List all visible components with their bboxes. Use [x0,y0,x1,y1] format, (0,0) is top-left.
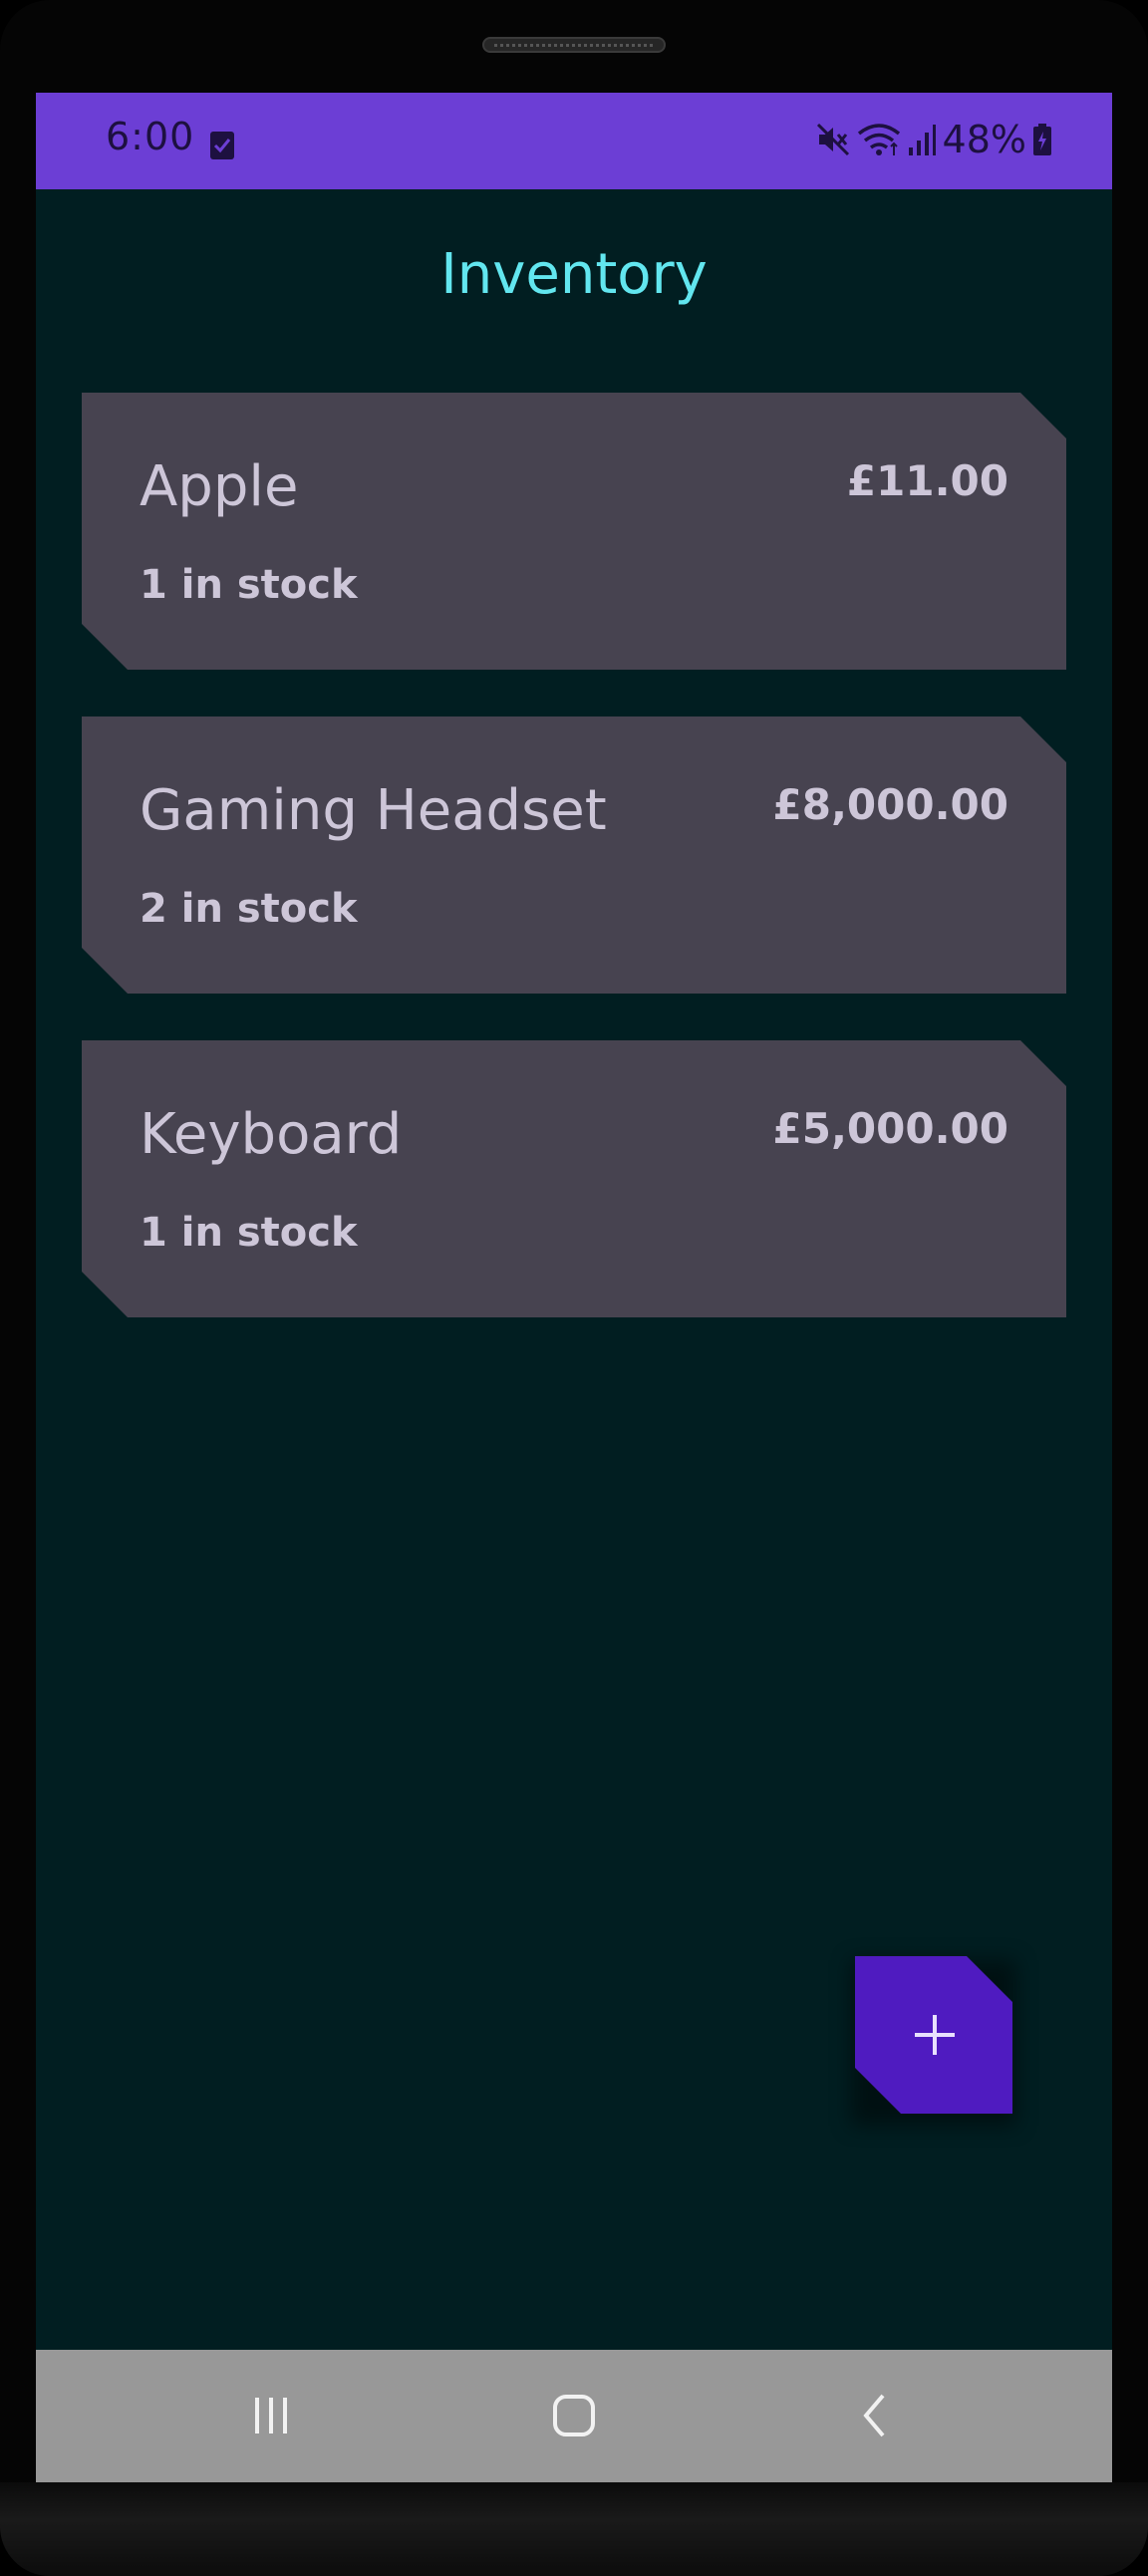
recent-apps-button[interactable] [231,2378,311,2457]
phone-frame: 6:00 48% Inventory Apple £11.00 1 in sto… [0,0,1148,2576]
speaker-grille [494,44,654,47]
home-button[interactable] [534,2378,614,2457]
item-name: Apple [140,454,299,519]
recent-apps-icon [246,2391,296,2444]
navigation-bar [36,2350,1112,2482]
battery-charging-icon [1032,123,1052,156]
back-button[interactable] [835,2378,915,2457]
status-time: 6:00 [106,115,195,158]
inventory-item-card[interactable]: Gaming Headset £8,000.00 2 in stock [82,716,1066,994]
status-icons: 48% [815,115,1052,164]
wifi-icon [857,122,901,157]
page-title: Inventory [440,242,708,307]
inventory-item-card[interactable]: Keyboard £5,000.00 1 in stock [82,1040,1066,1317]
item-name: Keyboard [140,1102,403,1167]
add-item-button[interactable] [855,1956,1012,2114]
phone-bottom-bezel [0,2482,1148,2576]
mute-icon [815,122,851,157]
battery-percentage: 48% [942,118,1026,161]
item-price: £11.00 [846,456,1008,505]
back-icon [850,2391,900,2444]
signal-icon [907,122,937,157]
earpiece-speaker [482,37,666,53]
inventory-item-card[interactable]: Apple £11.00 1 in stock [82,393,1066,670]
item-price: £5,000.00 [772,1104,1008,1153]
screen: 6:00 48% Inventory Apple £11.00 1 in sto… [36,93,1112,2482]
status-bar: 6:00 48% [36,93,1112,189]
home-icon [549,2391,599,2444]
checkbox-notification-icon [209,131,235,160]
item-name: Gaming Headset [140,778,607,843]
item-stock: 2 in stock [140,886,358,932]
item-price: £8,000.00 [772,780,1008,829]
item-stock: 1 in stock [140,562,358,608]
item-stock: 1 in stock [140,1210,358,1256]
